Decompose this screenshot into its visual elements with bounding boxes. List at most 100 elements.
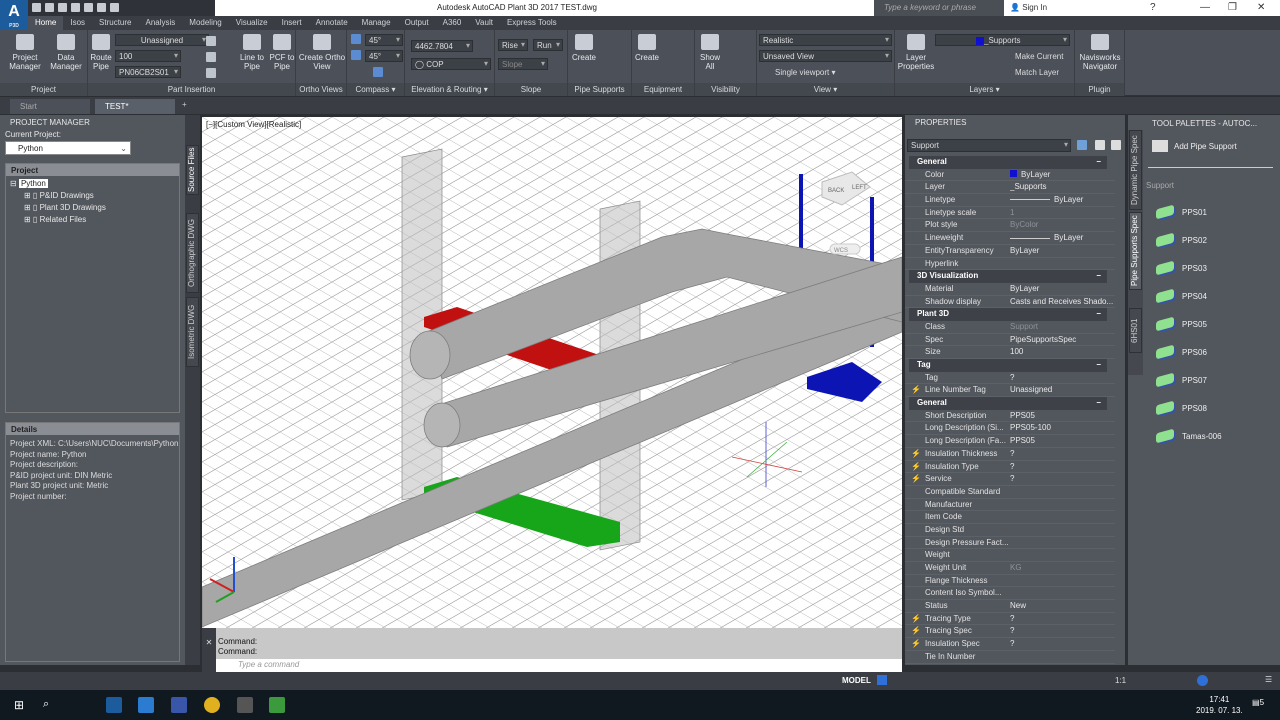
property-row[interactable]: ⚡ Service?: [905, 473, 1115, 486]
close-button[interactable]: ✕: [1257, 2, 1265, 13]
tab-dynamic-pipe-spec[interactable]: Dynamic Pipe Spec: [1129, 130, 1142, 210]
customization-icon[interactable]: ☰: [1265, 675, 1272, 684]
panel-title[interactable]: View ▾: [757, 83, 894, 96]
tool-icon[interactable]: [206, 52, 216, 62]
visual-style-select[interactable]: Realistic: [759, 34, 892, 46]
property-value[interactable]: ?: [1010, 625, 1115, 637]
cop-select[interactable]: ◯ COP: [411, 58, 491, 70]
property-value[interactable]: PPS05: [1010, 410, 1115, 422]
current-project-select[interactable]: Python ⌄: [5, 141, 131, 155]
property-value[interactable]: ByLayer: [1010, 232, 1115, 244]
ribbon-tab-express-tools[interactable]: Express Tools: [500, 16, 564, 30]
search-input[interactable]: Type a keyword or phrase: [874, 0, 1004, 16]
tree-root[interactable]: ⊟ Python: [10, 178, 175, 190]
tab-6hs01[interactable]: 6HS01: [1129, 308, 1142, 353]
angle-select[interactable]: 45°: [365, 34, 403, 46]
route-pipe-button[interactable]: Route Pipe: [90, 34, 112, 71]
tab-source-files[interactable]: Source Files: [186, 145, 199, 195]
sign-in-button[interactable]: 👤 Sign In: [1010, 3, 1047, 12]
property-value[interactable]: [1010, 537, 1115, 549]
ribbon-tab-structure[interactable]: Structure: [92, 16, 138, 30]
app-icon[interactable]: [269, 697, 285, 713]
named-view-select[interactable]: Unsaved View: [759, 50, 892, 62]
snap-icon[interactable]: [373, 67, 383, 77]
line-number-select[interactable]: Unassigned: [115, 34, 209, 46]
palette-item[interactable]: PPS03: [1156, 260, 1207, 276]
ribbon-tab-output[interactable]: Output: [398, 16, 436, 30]
elevation-input[interactable]: 4462.7804: [411, 40, 473, 52]
property-value[interactable]: ByLayer: [1010, 169, 1115, 181]
property-row[interactable]: Long Description (Si... PPS05-100: [905, 422, 1115, 436]
save-as-icon[interactable]: [71, 3, 80, 12]
property-value[interactable]: Support: [1010, 321, 1115, 333]
drawing-viewport[interactable]: BACK LEFT WCS [−][Custom View][Realistic…: [202, 117, 902, 628]
property-row[interactable]: Manufacturer: [905, 499, 1115, 512]
property-row[interactable]: Status New: [905, 600, 1115, 613]
property-row[interactable]: EntityTransparency ByLayer: [905, 245, 1115, 258]
property-value[interactable]: ?: [1010, 613, 1115, 625]
navisworks-button[interactable]: Navisworks Navigator: [1077, 34, 1123, 71]
palette-item[interactable]: PPS06: [1156, 344, 1207, 360]
search-icon[interactable]: ⌕: [43, 698, 49, 711]
property-row[interactable]: Linetype ByLayer: [905, 194, 1115, 207]
panel-title[interactable]: Elevation & Routing ▾: [405, 83, 494, 96]
property-row[interactable]: Hyperlink: [905, 258, 1115, 271]
ribbon-tab-modeling[interactable]: Modeling: [182, 16, 228, 30]
ribbon-tab-analysis[interactable]: Analysis: [138, 16, 182, 30]
compass-icon[interactable]: [351, 50, 361, 60]
tab-isometric-dwg[interactable]: Isometric DWG: [186, 297, 199, 367]
tab-test[interactable]: TEST*: [95, 99, 175, 114]
property-value[interactable]: ByLayer: [1010, 194, 1115, 206]
new-tab-button[interactable]: +: [182, 100, 187, 109]
tool-icon[interactable]: [206, 36, 216, 46]
save-icon[interactable]: [58, 3, 67, 12]
property-value[interactable]: [1010, 549, 1115, 561]
property-row[interactable]: Spec PipeSupportsSpec: [905, 334, 1115, 347]
model-view[interactable]: BACK LEFT WCS: [202, 117, 902, 628]
property-row[interactable]: Flange Thickness: [905, 575, 1115, 588]
category-header[interactable]: 3D Visualization: [909, 270, 1107, 283]
print-icon[interactable]: [84, 3, 93, 12]
property-row[interactable]: Compatible Standard: [905, 486, 1115, 499]
ribbon-tab-annotate[interactable]: Annotate: [309, 16, 355, 30]
autocad-icon[interactable]: [138, 697, 154, 713]
property-row[interactable]: Lineweight ByLayer: [905, 232, 1115, 245]
start-icon[interactable]: ⊞: [14, 698, 24, 712]
property-value[interactable]: ?: [1010, 448, 1115, 460]
clock[interactable]: 17:41 2019. 07. 13.: [1196, 694, 1243, 716]
property-value[interactable]: PPS05: [1010, 435, 1115, 447]
match-layer-button[interactable]: Match Layer: [1015, 68, 1059, 77]
tab-start[interactable]: Start: [10, 99, 90, 114]
viewport-controls-label[interactable]: [−][Custom View][Realistic]: [206, 120, 301, 129]
show-all-button[interactable]: Show All: [697, 34, 723, 71]
property-value[interactable]: ?: [1010, 638, 1115, 650]
property-row[interactable]: Design Std: [905, 524, 1115, 537]
property-value[interactable]: [1010, 486, 1115, 498]
add-pipe-support-button[interactable]: Add Pipe Support: [1152, 140, 1237, 152]
tool-icon[interactable]: [206, 68, 216, 78]
command-input[interactable]: Type a command: [216, 659, 902, 672]
pickadd-icon[interactable]: [1111, 140, 1121, 150]
app-menu-button[interactable]: A P3D: [0, 0, 28, 30]
close-command-icon[interactable]: ✕: [202, 628, 216, 672]
palette-item[interactable]: Tamas-006: [1156, 428, 1222, 444]
ribbon-tab-home[interactable]: Home: [28, 16, 64, 30]
category-header[interactable]: Plant 3D: [909, 308, 1107, 321]
property-row[interactable]: ⚡ Insulation Type?: [905, 461, 1115, 474]
property-row[interactable]: Shadow display Casts and Receives Shado..…: [905, 296, 1115, 309]
property-row[interactable]: Layer _Supports: [905, 181, 1115, 195]
property-value[interactable]: New: [1010, 600, 1115, 612]
property-value[interactable]: [1010, 587, 1115, 599]
project-manager-button[interactable]: Project Manager: [6, 34, 44, 71]
category-header[interactable]: General: [909, 156, 1107, 169]
property-value[interactable]: [1010, 258, 1115, 270]
layer-properties-button[interactable]: Layer Properties: [897, 34, 935, 71]
data-manager-button[interactable]: Data Manager: [48, 34, 84, 71]
isolate-icon[interactable]: [1197, 675, 1208, 686]
size-select[interactable]: 100: [115, 50, 181, 62]
run-input[interactable]: Run: [533, 39, 563, 51]
property-value[interactable]: KG: [1010, 562, 1115, 574]
notifications-button[interactable]: ▤5: [1252, 698, 1264, 707]
save-app-icon[interactable]: [171, 697, 187, 713]
create-equipment-button[interactable]: Create: [632, 34, 662, 62]
